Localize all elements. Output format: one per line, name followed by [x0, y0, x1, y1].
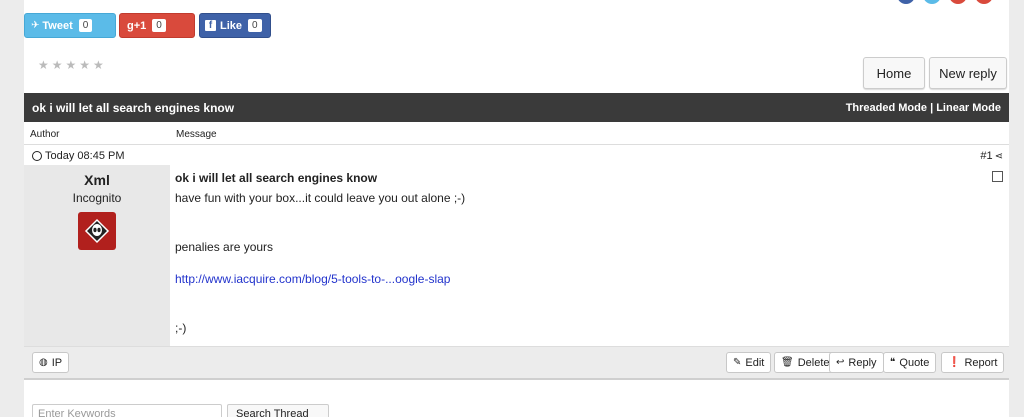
view-modes: Threaded Mode | Linear Mode	[846, 102, 1001, 114]
reply-arrow-icon: ↩	[836, 357, 845, 368]
mode-separator: |	[930, 101, 934, 114]
reply-button[interactable]: ↩ Reply	[829, 352, 884, 373]
search-thread-button[interactable]: Search Thread	[227, 404, 329, 417]
tweet-button[interactable]: ✈ Tweet 0	[24, 13, 116, 38]
gplus-button[interactable]: g+1 0	[119, 13, 195, 38]
gplus-label: g+1	[127, 19, 147, 32]
ip-button[interactable]: ◍ IP	[32, 352, 70, 373]
tweet-label: Tweet	[42, 19, 73, 32]
twitter-icon[interactable]	[923, 0, 941, 4]
delete-button[interactable]: 🗑 Delete	[774, 352, 837, 373]
new-reply-button[interactable]: New reply	[929, 57, 1007, 89]
report-label: Report	[964, 356, 998, 369]
post-date-text: Today 08:45 PM	[45, 150, 125, 162]
threaded-mode-link[interactable]: Threaded Mode	[846, 102, 927, 114]
post-line-3: ;-)	[175, 321, 187, 335]
post-message: ok i will let all search engines know ha…	[175, 165, 1009, 346]
report-button[interactable]: ❗ Report	[941, 352, 1005, 373]
post-number[interactable]: #1 ⋖	[980, 150, 1003, 162]
post-date: Today 08:45 PM	[32, 150, 125, 162]
top-social-icons	[897, 0, 993, 4]
left-gutter	[0, 0, 24, 417]
thread-title: ok i will let all search engines know	[32, 100, 235, 115]
author-column-label: Author	[30, 129, 60, 140]
divider	[24, 378, 1009, 380]
gplus-icon[interactable]	[949, 0, 967, 4]
home-button[interactable]: Home	[863, 57, 925, 89]
clock-icon	[32, 151, 42, 161]
post-line-1: have fun with your box...it could leave …	[175, 191, 466, 205]
author-name[interactable]: Xml	[24, 172, 170, 188]
quote-button[interactable]: ❝ Quote	[883, 352, 937, 373]
post-actions-bar: ◍ IP ✎ Edit 🗑 Delete ↩ Reply ❝ Quote ❗ R…	[24, 346, 1009, 378]
post-subject: ok i will let all search engines know	[175, 171, 378, 185]
exclamation-icon: ❗	[948, 357, 961, 368]
trash-icon: 🗑	[781, 357, 794, 368]
post-link[interactable]: http://www.iacquire.com/blog/5-tools-to-…	[175, 272, 450, 286]
alien-avatar-icon	[84, 218, 110, 244]
edit-label: Edit	[745, 356, 765, 369]
avatar[interactable]	[78, 212, 116, 250]
delete-label: Delete	[797, 356, 830, 369]
author-panel: Xml Incognito	[24, 165, 170, 346]
facebook-like-button[interactable]: f Like 0	[199, 13, 271, 38]
author-title: Incognito	[72, 191, 122, 205]
column-header: Author Message	[24, 125, 1009, 145]
tweet-count: 0	[78, 19, 93, 32]
share-icon[interactable]: ⋖	[995, 151, 1003, 162]
quote-bubbles-icon: ❝	[890, 357, 896, 368]
reply-label: Reply	[848, 356, 877, 369]
like-count: 0	[248, 19, 262, 32]
globe-icon: ◍	[39, 357, 48, 368]
ip-label: IP	[51, 356, 63, 369]
edit-button[interactable]: ✎ Edit	[726, 352, 772, 373]
thread-rating-stars[interactable]: ★★★★★	[38, 58, 107, 72]
linear-mode-link[interactable]: Linear Mode	[936, 102, 1001, 114]
post-date-bar: Today 08:45 PM #1 ⋖	[24, 148, 1009, 165]
message-column-label: Message	[176, 129, 217, 140]
search-thread-input[interactable]: Enter Keywords	[32, 404, 222, 417]
right-gutter	[1009, 0, 1024, 417]
select-post-checkbox[interactable]	[992, 171, 1003, 182]
pencil-icon: ✎	[733, 357, 742, 368]
facebook-f-icon: f	[205, 20, 216, 31]
like-label: Like	[220, 19, 243, 32]
thread-page: ✈ Tweet 0 g+1 0 f Like 0 ★★★★★ Home New …	[24, 0, 1009, 417]
post-number-text[interactable]: #1	[980, 150, 992, 162]
quote-label: Quote	[899, 356, 930, 369]
post-line-2: penalies are yours	[175, 240, 274, 254]
facebook-icon[interactable]	[897, 0, 915, 4]
twitter-bird-icon: ✈	[31, 20, 40, 31]
thread-title-bar: ok i will let all search engines know Th…	[24, 93, 1009, 122]
youtube-icon[interactable]	[975, 0, 993, 4]
gplus-count: 0	[152, 19, 166, 32]
